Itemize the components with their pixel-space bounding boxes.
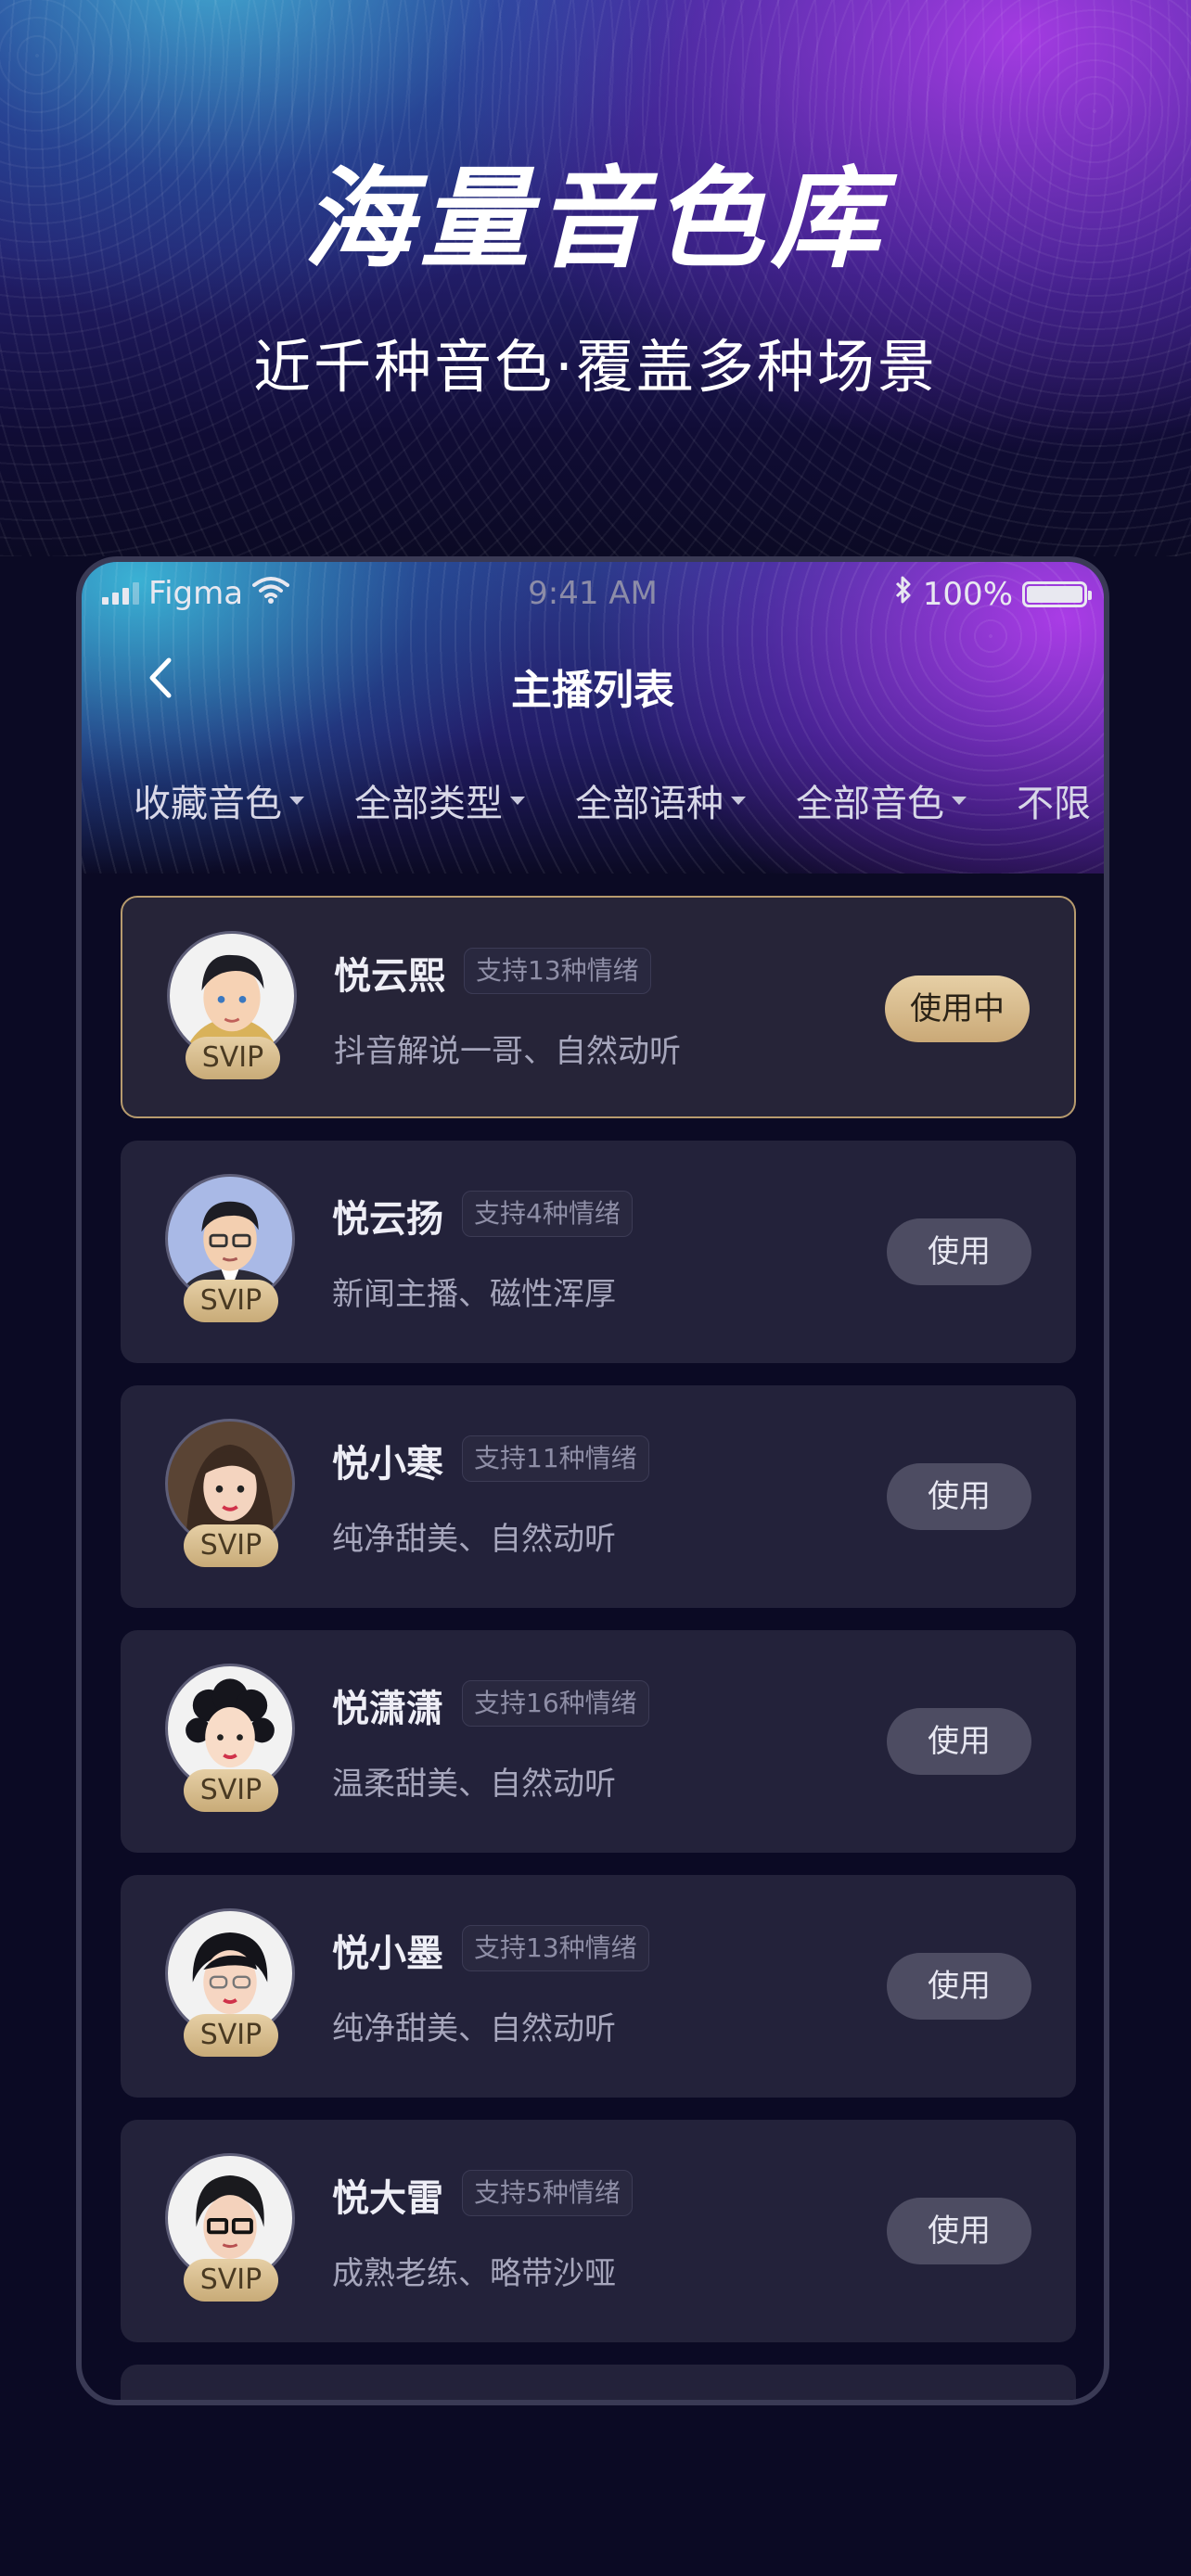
voice-name: 悦潇潇	[332, 1688, 443, 1730]
emotion-tag: 支持16种情绪	[462, 1680, 649, 1727]
use-button[interactable]: 使用	[887, 2198, 1031, 2264]
filter-label: 全部语种	[575, 783, 724, 825]
phone-frame: Figma 9:41 AM 100% 主播列表 收藏音色 全部类型 全部语种 全…	[76, 556, 1109, 2405]
status-bar: Figma 9:41 AM 100%	[82, 567, 1104, 619]
filter-type[interactable]: 全部类型	[354, 773, 525, 827]
emotion-tag: 支持4种情绪	[462, 1191, 633, 1237]
voice-name: 悦云熙	[334, 955, 445, 998]
voice-name: 悦云扬	[332, 1198, 443, 1241]
voice-list: SVIP 悦云熙 支持13种情绪 抖音解说一哥、自然动听 使用中 SVIP 悦云…	[121, 896, 1076, 2400]
svip-badge: SVIP	[184, 1524, 278, 1567]
filter-bar: 收藏音色 全部类型 全部语种 全部音色 不限	[134, 773, 1104, 827]
hero-banner: 海量音色库 近千种音色·覆盖多种场景	[0, 0, 1191, 556]
voice-name: 悦小墨	[332, 1932, 443, 1975]
use-button[interactable]: 使用	[887, 1463, 1031, 1530]
svip-badge: SVIP	[184, 2259, 278, 2302]
use-button[interactable]: 使用	[887, 1708, 1031, 1775]
emotion-tag: 支持5种情绪	[462, 2170, 633, 2216]
svip-badge: SVIP	[184, 2014, 278, 2057]
nav-bar: 主播列表	[82, 636, 1104, 720]
voice-card[interactable]: SVIP 悦潇潇 支持16种情绪 温柔甜美、自然动听 使用	[121, 1630, 1076, 1853]
filter-voice[interactable]: 全部音色	[796, 773, 967, 827]
hero-title: 海量音色库	[302, 155, 888, 283]
voice-card-partial[interactable]	[121, 2365, 1076, 2400]
filter-language[interactable]: 全部语种	[575, 773, 746, 827]
filter-label: 收藏音色	[134, 783, 282, 825]
svip-badge: SVIP	[186, 1037, 280, 1079]
use-button[interactable]: 使用	[887, 1218, 1031, 1285]
hero-subtitle: 近千种音色·覆盖多种场景	[253, 333, 938, 401]
phone-header: Figma 9:41 AM 100% 主播列表 收藏音色 全部类型 全部语种 全…	[82, 562, 1104, 874]
caret-down-icon	[510, 796, 525, 805]
voice-card[interactable]: SVIP 悦小寒 支持11种情绪 纯净甜美、自然动听 使用	[121, 1385, 1076, 1608]
voice-card[interactable]: SVIP 悦云扬 支持4种情绪 新闻主播、磁性浑厚 使用	[121, 1141, 1076, 1363]
voice-description: 纯净甜美、自然动听	[332, 1521, 616, 1558]
in-use-button[interactable]: 使用中	[885, 976, 1030, 1042]
voice-description: 新闻主播、磁性浑厚	[332, 1276, 616, 1313]
bluetooth-icon	[893, 575, 914, 613]
caret-down-icon	[731, 796, 746, 805]
voice-description: 抖音解说一哥、自然动听	[334, 1033, 681, 1070]
filter-favorites[interactable]: 收藏音色	[134, 773, 304, 827]
battery-icon	[1022, 580, 1092, 607]
svip-badge: SVIP	[184, 1769, 278, 1812]
filter-label: 全部音色	[796, 783, 944, 825]
voice-description: 温柔甜美、自然动听	[332, 1766, 616, 1803]
caret-down-icon	[289, 796, 304, 805]
emotion-tag: 支持13种情绪	[462, 1925, 649, 1971]
voice-card[interactable]: SVIP 悦云熙 支持13种情绪 抖音解说一哥、自然动听 使用中	[121, 896, 1076, 1118]
voice-name: 悦大雷	[332, 2177, 443, 2220]
voice-description: 成熟老练、略带沙哑	[332, 2255, 616, 2292]
svip-badge: SVIP	[184, 1280, 278, 1322]
voice-card[interactable]: SVIP 悦大雷 支持5种情绪 成熟老练、略带沙哑 使用	[121, 2120, 1076, 2342]
filter-label: 全部类型	[354, 783, 503, 825]
emotion-tag: 支持11种情绪	[462, 1435, 649, 1482]
filter-label: 不限	[1017, 783, 1091, 825]
use-button[interactable]: 使用	[887, 1953, 1031, 2020]
filter-unlimited[interactable]: 不限	[1017, 773, 1091, 827]
caret-down-icon	[952, 796, 967, 805]
emotion-tag: 支持13种情绪	[464, 948, 651, 994]
voice-name: 悦小寒	[332, 1443, 443, 1486]
voice-card[interactable]: SVIP 悦小墨 支持13种情绪 纯净甜美、自然动听 使用	[121, 1875, 1076, 2098]
battery-percent: 100%	[922, 575, 1013, 613]
voice-description: 纯净甜美、自然动听	[332, 2010, 616, 2047]
page-title: 主播列表	[511, 667, 674, 714]
